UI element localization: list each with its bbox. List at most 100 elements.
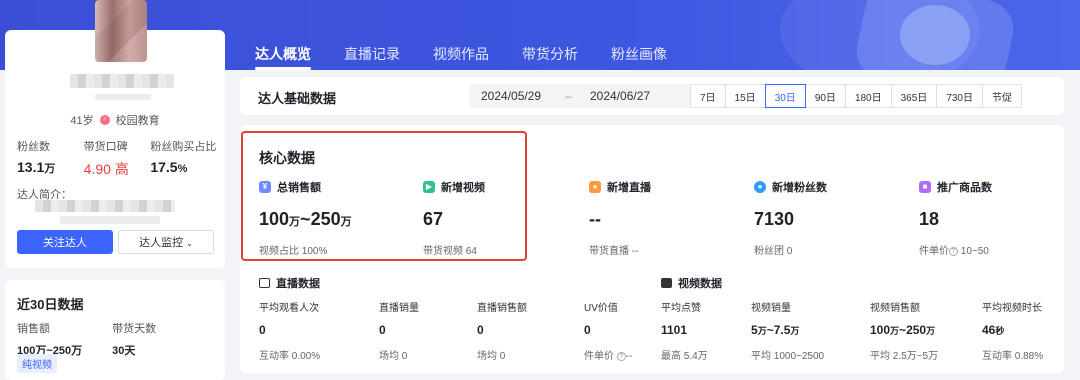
avatar[interactable] [95, 0, 147, 62]
core-sub: 带货视频 64 [423, 246, 477, 257]
profile-card: 41岁 ♀ 校园教育 粉丝数 13.1万 带货口碑 4.90 高 粉丝购买占比 … [5, 0, 225, 268]
live-sales-amount: 直播销售额 0 场均 0 [477, 299, 527, 362]
period-730d[interactable]: 730日 [936, 84, 983, 108]
category-label: 校园教育 [115, 115, 160, 127]
period-180d[interactable]: 180日 [844, 84, 892, 108]
stat-label: 粉丝数 [17, 141, 50, 153]
video-only-badge: 纯视频 [17, 354, 57, 373]
mini-value: 0 [379, 323, 386, 337]
period-promo[interactable]: 节促 [982, 84, 1022, 108]
live-section-title: 直播数据 [259, 275, 320, 291]
recent-title: 近30日数据 [17, 297, 84, 312]
live-sales-volume: 直播销量 0 场均 0 [379, 299, 419, 362]
mini-value: 1101 [661, 323, 688, 337]
tab-video-works[interactable]: 视频作品 [433, 44, 489, 68]
mini-label: UV价值 [584, 303, 618, 314]
monitor-button[interactable]: 达人监控 ⌄ [118, 230, 214, 254]
core-value: -- [589, 209, 601, 229]
chevron-down-icon: ⌄ [186, 239, 193, 248]
blurred-intro [60, 216, 160, 224]
blurred-intro [35, 200, 175, 212]
fans-icon: ● [754, 181, 766, 193]
live-avg-viewers: 平均观看人次 0 互动率 0.00% [259, 299, 320, 362]
live-screen-icon [259, 278, 270, 288]
live-icon: ● [589, 181, 601, 193]
mini-value: 100万~250万 [870, 323, 936, 337]
stat-label: 粉丝购买占比 [150, 141, 217, 153]
mini-label: 平均视频时长 [982, 303, 1042, 314]
video-avg-likes: 平均点赞 1101 最高 5.4万 [661, 299, 708, 362]
core-label: 新增直播 [607, 182, 651, 194]
video-avg-duration: 平均视频时长 46秒 互动率 0.88% [982, 299, 1043, 362]
recent-cols: 销售额 100万~250万 带货天数 30天 [17, 320, 156, 358]
mini-sub: 平均 2.5万~5万 [870, 351, 939, 362]
mini-sub: 场均 0 [379, 351, 408, 362]
core-value: 18 [919, 209, 940, 229]
core-value: 7130 [754, 209, 795, 229]
mini-label: 直播销量 [379, 303, 419, 314]
live-uv-value: UV价值 0 件单价 ? -- [584, 299, 632, 362]
recent-label: 销售额 [17, 323, 50, 335]
core-label: 推广商品数 [937, 182, 992, 194]
mini-sub: 互动率 0.00% [259, 351, 321, 362]
period-15d[interactable]: 15日 [724, 84, 766, 108]
age-label: 41岁 [70, 115, 94, 127]
recent-label: 带货天数 [112, 323, 157, 335]
recent-value: 30天 [112, 345, 136, 357]
question-icon[interactable]: ? [949, 246, 958, 256]
recent-days: 带货天数 30天 [112, 320, 156, 358]
video-screen-icon [661, 278, 672, 288]
mini-sub: 场均 0 [477, 351, 506, 362]
mini-value: 0 [584, 323, 591, 337]
section-title: 达人基础数据 [258, 91, 337, 106]
blurred-name [70, 74, 174, 88]
core-sub: 视频占比 100% [259, 246, 328, 257]
video-section-title: 视频数据 [661, 275, 722, 291]
core-sub: 件单价? 10~50 [919, 246, 989, 257]
core-new-fans: ● 新增粉丝数 7130 粉丝团 0 [754, 179, 827, 257]
recent-sales: 销售额 100万~250万 [17, 320, 82, 358]
core-label: 新增视频 [441, 182, 485, 194]
period-365d[interactable]: 365日 [890, 84, 938, 108]
tab-overview[interactable]: 达人概览 [255, 44, 311, 70]
profile-tagline: 41岁 ♀ 校园教育 [5, 112, 225, 128]
mini-sub: 平均 1000~2500 [751, 351, 825, 362]
core-label: 新增粉丝数 [772, 182, 827, 194]
mini-value: 46秒 [982, 323, 1005, 337]
stat-reputation: 带货口碑 4.90 高 [84, 138, 151, 179]
period-selector: 7日 15日 30日 90日 180日 365日 730日 节促 [690, 84, 1022, 108]
date-separator: – [565, 89, 572, 103]
period-7d[interactable]: 7日 [690, 84, 726, 108]
profile-stats: 粉丝数 13.1万 带货口碑 4.90 高 粉丝购买占比 17.5% [17, 138, 217, 179]
follow-button[interactable]: 关注达人 [17, 230, 113, 254]
stat-label: 带货口碑 [83, 141, 128, 153]
core-title: 核心数据 [259, 150, 315, 166]
female-icon: ♀ [99, 115, 110, 125]
tab-fan-profile[interactable]: 粉丝画像 [611, 44, 667, 68]
mini-label: 平均点赞 [661, 303, 701, 314]
period-90d[interactable]: 90日 [804, 84, 846, 108]
tab-live-records[interactable]: 直播记录 [344, 44, 400, 68]
core-value: 100万~250万 [259, 209, 352, 229]
mini-label: 平均观看人次 [259, 303, 319, 314]
mini-sub: 最高 5.4万 [661, 351, 708, 362]
tab-sales-analysis[interactable]: 带货分析 [522, 44, 578, 68]
period-30d[interactable]: 30日 [764, 84, 806, 108]
start-date[interactable]: 2024/05/29 [481, 89, 541, 103]
banner-decoration [900, 5, 970, 65]
mini-label: 视频销售额 [870, 303, 920, 314]
core-new-videos: ▶ 新增视频 67 带货视频 64 [423, 179, 485, 257]
question-icon[interactable]: ? [616, 351, 626, 361]
date-filter-bar: 达人基础数据 2024/05/29 – 2024/06/27 7日 15日 30… [240, 77, 1064, 115]
core-promo-goods: ■ 推广商品数 18 件单价? 10~50 [919, 179, 992, 257]
mini-value: 0 [477, 323, 484, 337]
blurred-subtitle [95, 94, 151, 100]
core-sub: 带货直播 -- [589, 246, 639, 257]
nav-tabs: 达人概览 直播记录 视频作品 带货分析 粉丝画像 [255, 44, 667, 70]
stat-fan-purchase: 粉丝购买占比 17.5% [150, 138, 217, 179]
end-date[interactable]: 2024/06/27 [590, 89, 650, 103]
mini-value: 0 [259, 323, 266, 337]
core-value: 67 [423, 209, 444, 229]
goods-icon: ■ [919, 181, 931, 193]
stat-value: 13.1万 [17, 159, 56, 175]
